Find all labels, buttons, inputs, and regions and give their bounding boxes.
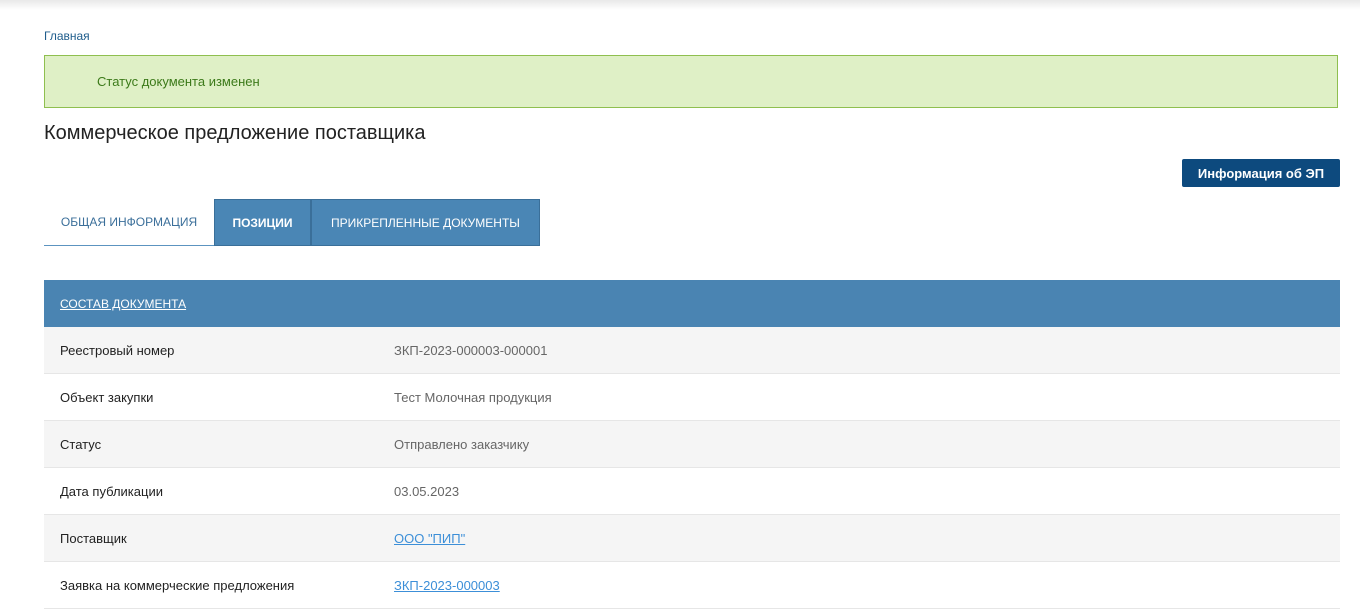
row-label: Реестровый номер — [60, 343, 175, 358]
table-row: Поставщик ООО "ПИП" — [44, 515, 1340, 562]
row-label: Заявка на коммерческие предложения — [60, 578, 295, 593]
row-value: ЗКП-2023-000003-000001 — [394, 343, 548, 358]
table-row: Объект закупки Тест Молочная продукция — [44, 374, 1340, 421]
table-row: Дата публикации 03.05.2023 — [44, 468, 1340, 515]
table-row: Заявка на коммерческие предложения ЗКП-2… — [44, 562, 1340, 609]
row-value: Отправлено заказчику — [394, 437, 530, 452]
tab-bar: ОБЩАЯ ИНФОРМАЦИЯ ПОЗИЦИИ ПРИКРЕПЛЕННЫЕ Д… — [44, 199, 540, 246]
section-header: СОСТАВ ДОКУМЕНТА — [44, 280, 1340, 327]
table-row: Статус Отправлено заказчику — [44, 421, 1340, 468]
breadcrumb-home-link[interactable]: Главная — [44, 29, 90, 43]
ep-info-button[interactable]: Информация об ЭП — [1182, 159, 1340, 187]
alert-message: Статус документа изменен — [97, 74, 260, 89]
table-row: Реестровый номер ЗКП-2023-000003-000001 — [44, 327, 1340, 374]
tab-general-info[interactable]: ОБЩАЯ ИНФОРМАЦИЯ — [44, 199, 214, 246]
row-label: Дата публикации — [60, 484, 163, 499]
document-info-table: Реестровый номер ЗКП-2023-000003-000001 … — [44, 327, 1340, 609]
request-link[interactable]: ЗКП-2023-000003 — [394, 578, 500, 593]
row-label: Статус — [60, 437, 102, 452]
section-title-link[interactable]: СОСТАВ ДОКУМЕНТА — [60, 297, 186, 311]
supplier-link[interactable]: ООО "ПИП" — [394, 531, 465, 546]
status-changed-alert: Статус документа изменен — [44, 55, 1338, 108]
tab-attached-documents[interactable]: ПРИКРЕПЛЕННЫЕ ДОКУМЕНТЫ — [311, 199, 540, 246]
top-bar-shadow — [0, 0, 1360, 10]
page-title: Коммерческое предложение поставщика — [44, 122, 426, 144]
row-label: Поставщик — [60, 531, 127, 546]
tab-positions[interactable]: ПОЗИЦИИ — [214, 199, 311, 246]
row-label: Объект закупки — [60, 390, 154, 405]
row-value: 03.05.2023 — [394, 484, 460, 499]
row-value: Тест Молочная продукция — [394, 390, 552, 405]
